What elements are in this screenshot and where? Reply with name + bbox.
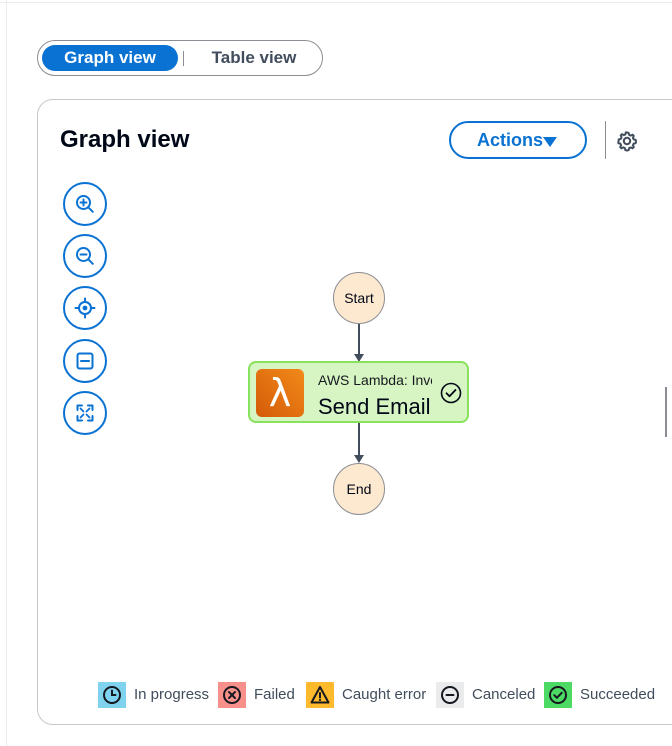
zoom-in-icon [76,195,94,213]
view-toggle: Graph view Table view [37,40,323,76]
start-state[interactable]: Start [333,272,385,324]
minus-circle-icon [441,686,459,704]
legend-label: Caught error [342,686,427,703]
warning-icon [310,686,330,704]
check-circle-icon [549,686,567,704]
in-progress-swatch [98,682,126,708]
legend-label: Succeeded [580,686,656,703]
lambda-icon: λ [256,369,304,417]
graph-view-tab[interactable]: Graph view [42,45,178,71]
edge-task-to-end [358,423,360,455]
graph-panel: Graph view Actions Start λ AWS Lambda: I… [37,99,672,725]
center-graph-button[interactable] [63,286,107,330]
zoom-in-button[interactable] [63,182,107,226]
succeeded-swatch [544,682,572,708]
legend-label: Failed [254,686,295,703]
segment-divider [183,51,184,66]
table-view-tab[interactable]: Table view [188,45,320,71]
collapse-icon [76,352,94,370]
zoom-out-icon [76,247,94,265]
left-divider [6,0,7,746]
task-name-label: Send Email [318,394,431,419]
canceled-swatch [436,682,464,708]
error-x-icon [223,686,241,704]
caught-error-swatch [306,682,334,708]
zoom-out-button[interactable] [63,234,107,278]
edge-start-to-task [358,324,360,354]
edge-arrow-head [354,455,364,463]
expand-icon [76,404,94,422]
task-node-send-email[interactable]: λ AWS Lambda: Invoke Send Email [248,361,469,423]
top-divider [0,2,672,3]
success-check-icon [440,382,462,404]
graph-canvas[interactable]: Start λ AWS Lambda: Invoke Send Email En… [45,100,653,680]
task-type-label: AWS Lambda: Invoke [318,372,432,388]
collapse-button[interactable] [63,339,107,383]
locate-icon [74,297,96,319]
legend-label: Canceled [472,686,536,703]
clock-icon [103,686,121,704]
legend-label: In progress [134,686,210,703]
end-state[interactable]: End [333,463,385,515]
failed-swatch [218,682,246,708]
fit-to-screen-button[interactable] [63,391,107,435]
scrollbar-handle[interactable] [665,387,667,437]
